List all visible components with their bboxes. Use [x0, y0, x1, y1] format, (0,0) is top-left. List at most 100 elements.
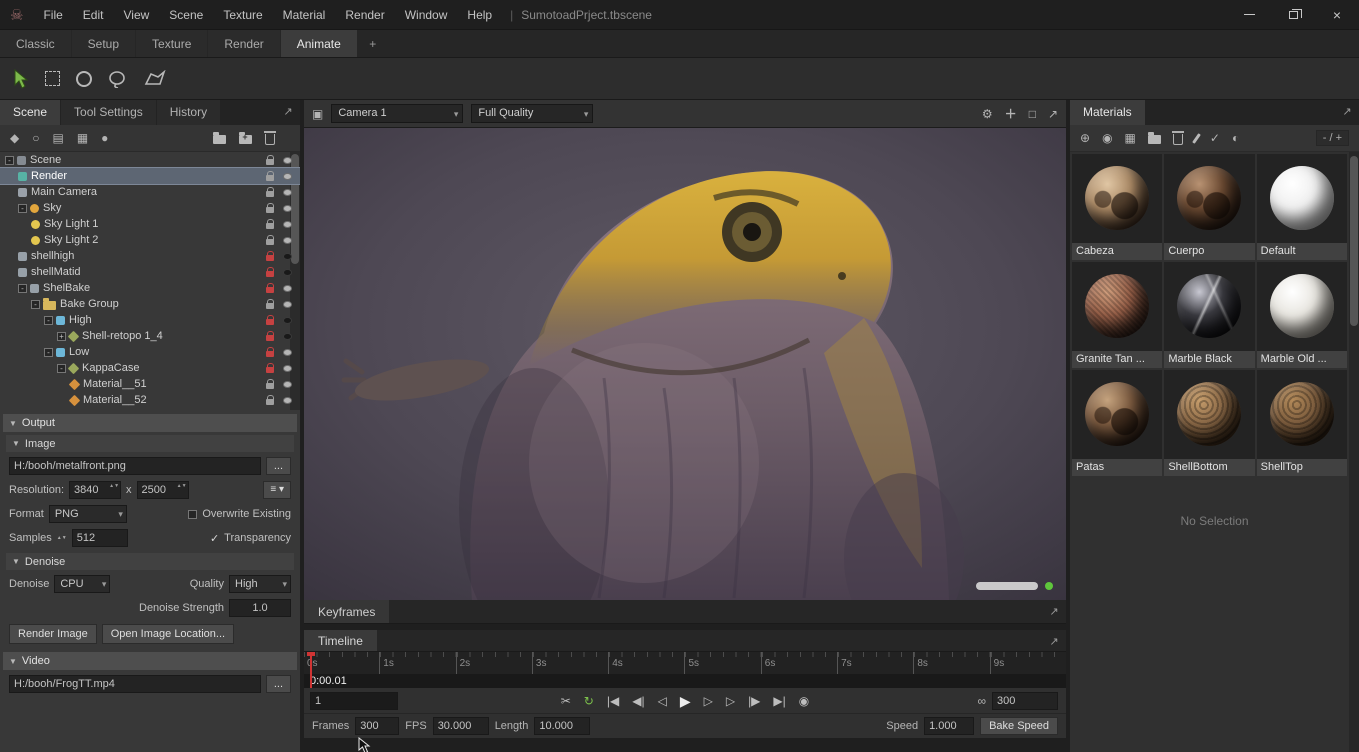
visibility-icon[interactable]	[283, 316, 292, 324]
visibility-icon[interactable]	[283, 172, 292, 180]
keyframes-popout-icon[interactable]: ↗	[1042, 600, 1066, 623]
speed-field[interactable]: 1.000	[924, 717, 975, 735]
lock-icon[interactable]	[266, 315, 274, 325]
visibility-icon[interactable]	[283, 268, 292, 276]
materials-popout-icon[interactable]: ↗	[1335, 100, 1359, 125]
lock-icon[interactable]	[266, 283, 274, 293]
tree-item-shellmatid[interactable]: shellMatid	[0, 264, 300, 280]
tree-item-material-51[interactable]: Material__51	[0, 376, 300, 392]
next-keyframe-icon[interactable]: |▶	[748, 695, 760, 707]
visibility-icon[interactable]	[283, 396, 292, 404]
panel-tab-scene[interactable]: Scene	[0, 100, 61, 125]
add-backdrop-icon[interactable]: ▤	[52, 132, 63, 144]
add-to-folder-icon[interactable]	[239, 131, 253, 144]
visibility-icon[interactable]	[283, 252, 292, 260]
cut-keys-icon[interactable]: ✂	[561, 695, 571, 707]
keyframes-tab[interactable]: Keyframes	[304, 600, 390, 623]
paint-brush-icon[interactable]	[1192, 132, 1201, 144]
material-cuerpo[interactable]: Cuerpo	[1164, 154, 1255, 260]
fps-field[interactable]: 30.000	[432, 717, 489, 735]
material-marble-black[interactable]: Marble Black	[1164, 262, 1255, 368]
tree-item-low[interactable]: - Low	[0, 344, 300, 360]
tree-item-kappacase[interactable]: - KappaCase	[0, 360, 300, 376]
material-cabeza[interactable]: Cabeza	[1072, 154, 1163, 260]
minimize-button[interactable]	[1227, 0, 1271, 29]
tree-item-shell-retopo-1-4[interactable]: + Shell-retopo 1_4	[0, 328, 300, 344]
tree-expander-icon[interactable]: -	[18, 283, 27, 293]
camera-dropdown[interactable]: Camera 1	[331, 104, 464, 123]
scene-panel-popout-icon[interactable]: ↗	[276, 100, 300, 125]
overwrite-checkbox[interactable]	[188, 509, 198, 519]
menu-window[interactable]: Window	[395, 0, 458, 29]
step-forward-icon[interactable]: ▷	[704, 695, 713, 707]
material-marble-old[interactable]: Marble Old ...	[1256, 262, 1347, 368]
lock-icon[interactable]	[266, 219, 274, 229]
materials-scrollbar-thumb[interactable]	[1350, 156, 1358, 326]
tree-item-shelbake[interactable]: - ShelBake	[0, 280, 300, 296]
spinner-icon[interactable]: ▲▼	[109, 484, 119, 489]
tree-item-scene[interactable]: - Scene	[0, 152, 300, 168]
viewport-settings-gear-icon[interactable]: ⚙	[982, 108, 993, 120]
delete-material-icon[interactable]	[1171, 131, 1184, 145]
globe-icon[interactable]: ◐	[1232, 132, 1239, 144]
tree-item-high[interactable]: - High	[0, 312, 300, 328]
restore-button[interactable]	[1271, 0, 1315, 29]
material-patas[interactable]: Patas	[1072, 370, 1163, 476]
visibility-icon[interactable]	[283, 220, 292, 228]
visibility-icon[interactable]	[283, 348, 292, 356]
add-external-object-icon[interactable]: ▦	[77, 132, 88, 144]
lock-icon[interactable]	[266, 395, 274, 405]
visibility-icon[interactable]	[283, 284, 292, 292]
visibility-icon[interactable]	[283, 332, 292, 340]
browse-image-button[interactable]: ...	[265, 457, 291, 475]
add-light-icon[interactable]: ○	[32, 132, 39, 144]
tree-item-sky[interactable]: - Sky	[0, 200, 300, 216]
viewport-pan-icon[interactable]: ＋	[1005, 108, 1017, 120]
material-shellbottom[interactable]: ShellBottom	[1164, 370, 1255, 476]
browse-video-button[interactable]: ...	[265, 675, 291, 693]
prev-keyframe-icon[interactable]: ◀|	[632, 695, 644, 707]
lasso-select-tool-icon[interactable]	[108, 70, 128, 88]
menu-scene[interactable]: Scene	[159, 0, 213, 29]
lock-icon[interactable]	[266, 347, 274, 357]
lock-icon[interactable]	[266, 299, 274, 309]
checker-sphere-icon[interactable]: ▦	[1125, 132, 1136, 144]
marquee-select-tool-icon[interactable]	[45, 71, 60, 86]
resolution-height-field[interactable]: 2500 ▲▼	[136, 481, 189, 499]
app-logo-skull-icon[interactable]: ☠	[10, 6, 23, 24]
jump-end-icon[interactable]: ▶|	[773, 695, 785, 707]
visibility-icon[interactable]	[283, 204, 292, 212]
open-image-location-button[interactable]: Open Image Location...	[101, 624, 235, 644]
workspace-tab-setup[interactable]: Setup	[71, 30, 136, 57]
render-preview-icon[interactable]: ◉	[799, 695, 809, 707]
current-frame-field[interactable]: 1	[310, 691, 398, 710]
tree-expander-icon[interactable]: -	[31, 299, 40, 309]
menu-material[interactable]: Material	[273, 0, 336, 29]
tree-item-main-camera[interactable]: Main Camera	[0, 184, 300, 200]
add-workspace-tab-button[interactable]: +	[358, 30, 388, 57]
panel-tab-history[interactable]: History	[156, 100, 221, 125]
viewport-popout-icon[interactable]: ↗	[1048, 108, 1058, 120]
play-icon[interactable]: ▶	[680, 694, 691, 708]
menu-render[interactable]: Render	[335, 0, 394, 29]
bake-speed-button[interactable]: Bake Speed	[980, 717, 1058, 735]
tree-item-render[interactable]: Render	[0, 167, 300, 185]
image-path-field[interactable]: H:/booh/metalfront.png	[9, 457, 261, 475]
visibility-icon[interactable]	[283, 300, 292, 308]
add-object-icon[interactable]: ◆	[10, 132, 19, 144]
denoise-device-dropdown[interactable]: CPU	[54, 575, 111, 593]
video-path-field[interactable]: H:/booh/FrogTT.mp4	[9, 675, 261, 693]
materials-tab[interactable]: Materials	[1070, 100, 1145, 125]
lock-icon[interactable]	[266, 235, 274, 245]
quality-dropdown-viewport[interactable]: Full Quality	[471, 104, 594, 123]
menu-texture[interactable]: Texture	[213, 0, 272, 29]
samples-stepper-icon[interactable]: ▲▼	[57, 535, 67, 541]
menu-file[interactable]: File	[33, 0, 72, 29]
tree-expander-icon[interactable]: -	[57, 363, 66, 373]
delete-object-icon[interactable]	[264, 131, 277, 145]
denoise-strength-field[interactable]: 1.0	[229, 599, 291, 617]
tree-expander-icon[interactable]: -	[5, 155, 14, 165]
lock-icon[interactable]	[266, 379, 274, 389]
thumbnail-size-control[interactable]: - / +	[1315, 130, 1349, 146]
panel-tab-tool-settings[interactable]: Tool Settings	[61, 100, 156, 125]
